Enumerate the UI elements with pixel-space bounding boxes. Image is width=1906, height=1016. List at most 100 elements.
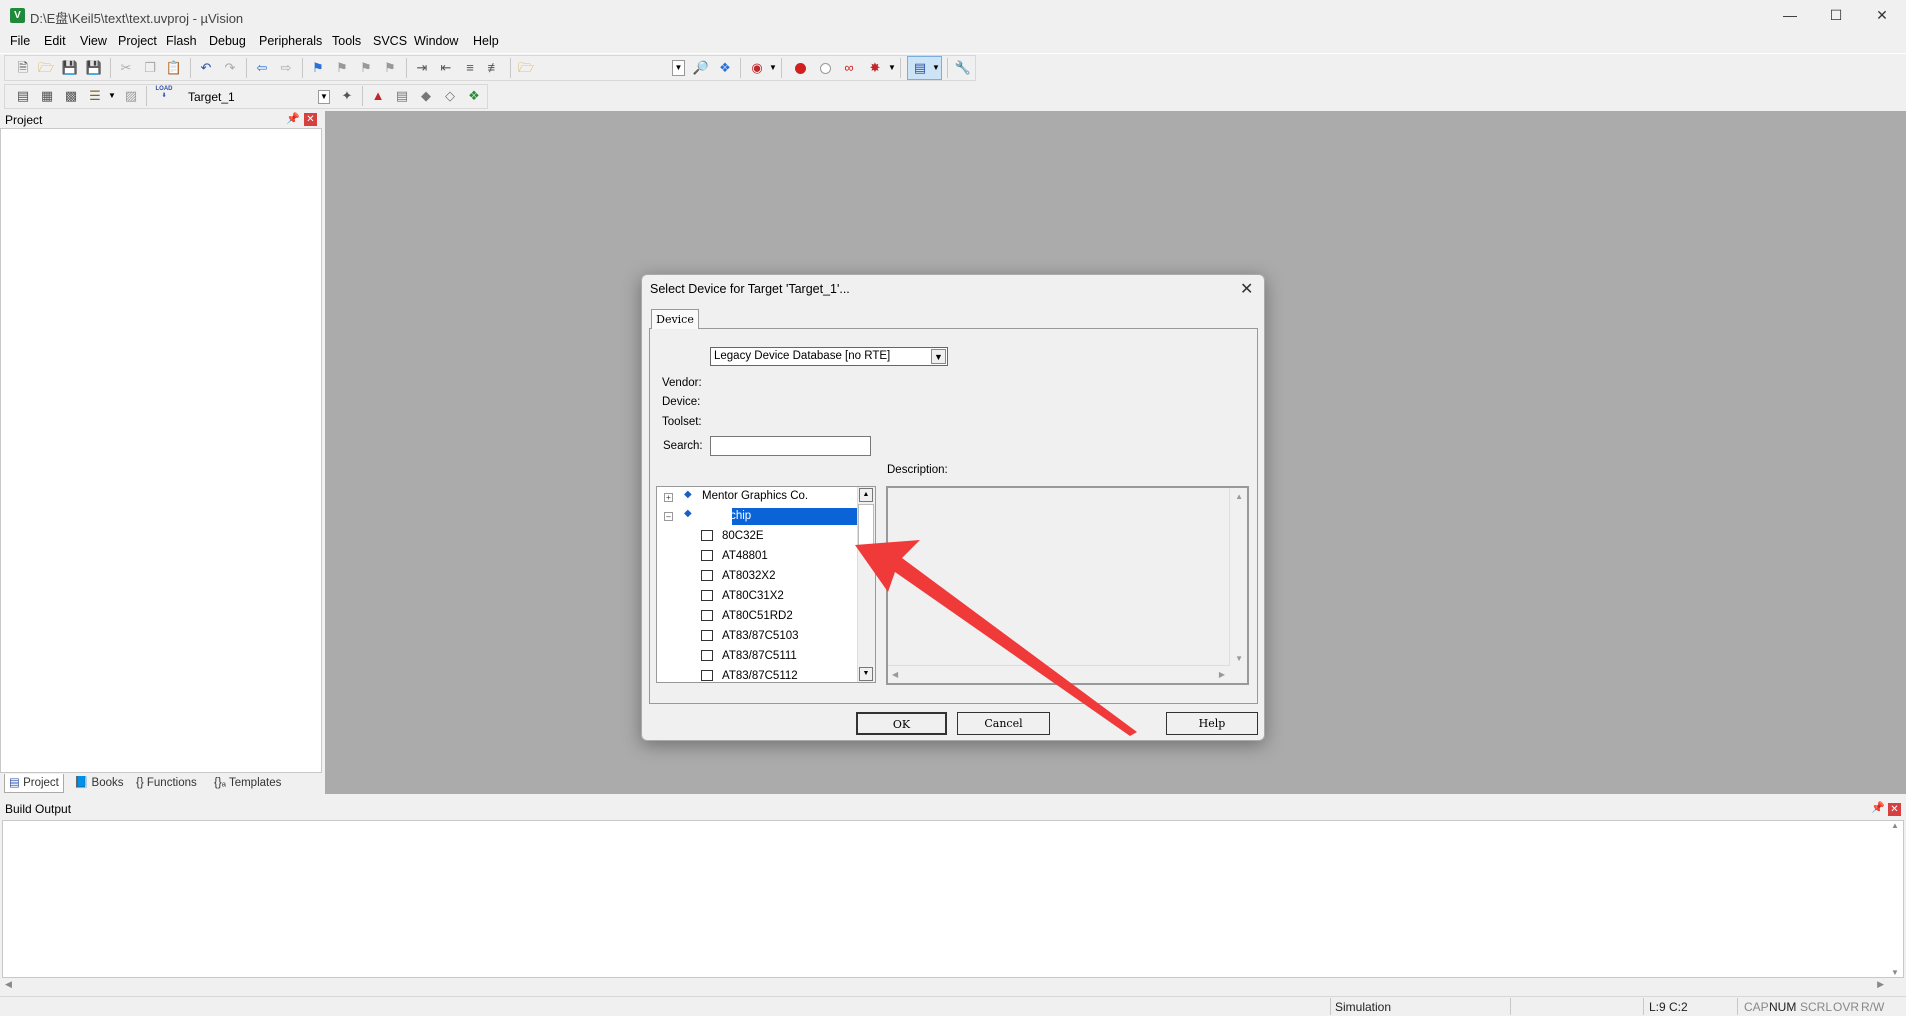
paste-icon[interactable]: 📋 — [165, 59, 183, 77]
menu-window[interactable]: Window — [414, 34, 458, 48]
tree-vendor-item-selected[interactable]: Microchip — [702, 507, 751, 526]
copy-icon[interactable]: ❐ — [141, 59, 159, 77]
pin-icon[interactable]: 📌 — [286, 112, 300, 125]
tab-device[interactable]: Device — [651, 309, 699, 329]
scroll-down-icon[interactable]: ▼ — [1235, 654, 1243, 663]
find-icon[interactable]: 🔎 — [692, 59, 710, 77]
tree-device-item[interactable]: AT48801 — [722, 547, 768, 566]
close-icon[interactable]: ✕ — [1859, 0, 1905, 31]
undo-icon[interactable]: ↶ — [197, 59, 215, 77]
tree-device-item[interactable]: 80C32E — [722, 527, 764, 546]
help-button[interactable]: Help — [1166, 712, 1258, 735]
find-in-files-icon[interactable]: 🗁 — [517, 59, 535, 77]
options-for-target-icon[interactable]: ✦ — [338, 87, 356, 105]
batch-build-icon[interactable]: ☰ — [86, 87, 104, 105]
tab-books[interactable]: 📘 Books — [70, 774, 128, 793]
tree-vendor-item[interactable]: Mentor Graphics Co. — [702, 487, 808, 506]
pack-installer-icon[interactable]: ❖ — [465, 87, 483, 105]
download-icon[interactable]: LOAD ⬇ — [155, 86, 173, 106]
menu-view[interactable]: View — [80, 34, 107, 48]
chevron-down-icon[interactable]: ▼ — [888, 63, 896, 72]
tree-device-item[interactable]: AT80C51RD2 — [722, 607, 793, 626]
stop-build-icon[interactable]: ▨ — [122, 87, 140, 105]
close-icon[interactable]: ✕ — [304, 113, 317, 126]
translate-icon[interactable]: ▤ — [14, 87, 32, 105]
next-bookmark-icon[interactable]: ⚑ — [357, 59, 375, 77]
scroll-down-icon[interactable]: ▼ — [1887, 968, 1903, 977]
save-all-icon[interactable]: 💾 — [85, 59, 103, 77]
chevron-down-icon[interactable]: ▼ — [769, 63, 777, 72]
build-output-hscrollbar[interactable]: ◀ ▶ — [2, 978, 1887, 992]
close-icon[interactable]: ✕ — [1888, 803, 1901, 816]
find-combo-arrow[interactable]: ▼ — [672, 60, 685, 76]
new-file-icon[interactable]: 🗎 — [14, 59, 32, 77]
save-icon[interactable]: 💾 — [61, 59, 79, 77]
open-folder-icon[interactable]: 🗁 — [37, 59, 55, 77]
uncomment-icon[interactable]: ≢ — [485, 59, 503, 77]
scroll-up-icon[interactable]: ▲ — [1887, 821, 1903, 830]
scroll-up-icon[interactable]: ▲ — [859, 488, 873, 502]
chevron-down-icon[interactable]: ▼ — [318, 90, 330, 104]
scroll-left-icon[interactable]: ◀ — [5, 979, 12, 990]
tab-templates[interactable]: {}ₐ Templates — [210, 774, 285, 793]
build-icon[interactable]: ▦ — [38, 87, 56, 105]
collapse-icon[interactable]: – — [664, 512, 673, 521]
rebuild-icon[interactable]: ▩ — [62, 87, 80, 105]
tree-device-item[interactable]: AT8032X2 — [722, 567, 776, 586]
configure-icon[interactable]: 🔧 — [954, 59, 972, 77]
redo-icon[interactable]: ↷ — [221, 59, 239, 77]
enable-breakpoint-icon[interactable] — [820, 63, 831, 74]
close-icon[interactable]: ✕ — [1240, 279, 1253, 299]
incremental-find-icon[interactable]: ❖ — [716, 59, 734, 77]
manage-project-items-icon[interactable]: ▲ — [369, 87, 387, 105]
search-input[interactable] — [710, 436, 871, 456]
prev-bookmark-icon[interactable]: ⚑ — [333, 59, 351, 77]
nav-forward-icon[interactable]: ⇨ — [277, 59, 295, 77]
chevron-down-icon[interactable]: ▼ — [108, 91, 116, 100]
menu-project[interactable]: Project — [118, 34, 157, 48]
menu-tools[interactable]: Tools — [332, 34, 361, 48]
build-output-text[interactable] — [2, 820, 1904, 978]
cut-icon[interactable]: ✂ — [117, 59, 135, 77]
bookmark-icon[interactable]: ⚑ — [309, 59, 327, 77]
debug-session-icon[interactable]: ◉ — [748, 59, 766, 77]
manage-rte-icon[interactable]: ◆ — [417, 87, 435, 105]
menu-flash[interactable]: Flash — [166, 34, 197, 48]
menu-edit[interactable]: Edit — [44, 34, 66, 48]
comment-icon[interactable]: ≡ — [461, 59, 479, 77]
tree-device-item[interactable]: AT83/87C5103 — [722, 627, 799, 646]
scroll-up-icon[interactable]: ▲ — [1235, 492, 1243, 501]
status-separator — [1330, 998, 1331, 1015]
menu-peripherals[interactable]: Peripherals — [259, 34, 322, 48]
target-select-value: Target_1 — [188, 90, 235, 104]
pin-icon[interactable]: 📌 — [1871, 801, 1885, 814]
scroll-right-icon[interactable]: ▶ — [1877, 979, 1884, 990]
tree-device-item[interactable]: AT83/87C5112 — [722, 667, 798, 682]
unindent-icon[interactable]: ⇤ — [437, 59, 455, 77]
disable-breakpoints-icon[interactable]: ∞ — [840, 59, 858, 77]
tree-device-item[interactable]: AT83/87C5111 — [722, 647, 797, 666]
maximize-icon[interactable]: ☐ — [1813, 0, 1859, 31]
indent-icon[interactable]: ⇥ — [413, 59, 431, 77]
breakpoint-icon[interactable] — [795, 63, 806, 74]
chevron-down-icon[interactable]: ▼ — [931, 349, 946, 364]
expand-icon[interactable]: + — [664, 493, 673, 502]
build-output-vscrollbar[interactable]: ▲ ▼ — [1887, 821, 1903, 977]
device-database-select[interactable]: Legacy Device Database [no RTE] — [710, 347, 948, 366]
menu-help[interactable]: Help — [473, 34, 499, 48]
menu-svcs[interactable]: SVCS — [373, 34, 407, 48]
minimize-icon[interactable]: — — [1767, 0, 1813, 31]
status-bar — [0, 996, 1906, 1016]
tab-project[interactable]: ▤ Project — [4, 774, 64, 793]
menu-debug[interactable]: Debug — [209, 34, 246, 48]
clear-bookmarks-icon[interactable]: ⚑ — [381, 59, 399, 77]
tree-device-item[interactable]: AT80C31X2 — [722, 587, 784, 606]
scroll-right-icon[interactable]: ▶ — [1219, 670, 1225, 679]
select-software-packs-icon[interactable]: ◇ — [441, 87, 459, 105]
menu-file[interactable]: File — [10, 34, 30, 48]
kill-breakpoints-icon[interactable]: ✸ — [866, 59, 884, 77]
nav-back-icon[interactable]: ⇦ — [253, 59, 271, 77]
file-extensions-icon[interactable]: ▤ — [393, 87, 411, 105]
chevron-down-icon[interactable]: ▼ — [932, 63, 940, 72]
tab-functions[interactable]: {} Functions — [132, 774, 201, 793]
